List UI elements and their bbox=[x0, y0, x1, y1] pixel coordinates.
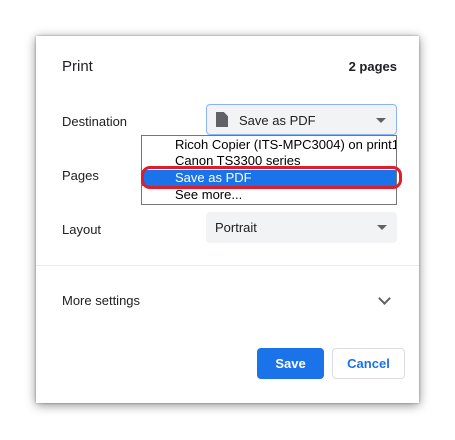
chevron-down-icon bbox=[376, 118, 386, 123]
destination-select[interactable]: Save as PDF bbox=[206, 104, 397, 135]
chevron-down-icon bbox=[377, 225, 387, 230]
layout-select[interactable]: Portrait bbox=[206, 212, 397, 243]
dialog-title: Print bbox=[62, 58, 93, 75]
save-button[interactable]: Save bbox=[257, 348, 324, 379]
cancel-button[interactable]: Cancel bbox=[332, 348, 405, 379]
more-settings-toggle[interactable]: More settings bbox=[36, 286, 419, 316]
print-dialog: Print 2 pages Destination Save as PDF Pa… bbox=[36, 36, 419, 403]
chevron-down-icon bbox=[378, 292, 391, 305]
pages-label: Pages bbox=[62, 168, 99, 183]
dropdown-option-see-more[interactable]: See more... bbox=[142, 187, 396, 203]
destination-value: Save as PDF bbox=[239, 113, 316, 128]
divider bbox=[36, 265, 419, 266]
page-count: 2 pages bbox=[348, 59, 397, 74]
highlight-annotation bbox=[141, 166, 402, 189]
layout-label: Layout bbox=[62, 222, 102, 237]
document-icon bbox=[216, 112, 228, 127]
destination-label: Destination bbox=[62, 114, 128, 129]
more-settings-label: More settings bbox=[62, 293, 141, 308]
dropdown-option-ricoh[interactable]: Ricoh Copier (ITS-MPC3004) on print1 bbox=[142, 137, 396, 153]
layout-value: Portrait bbox=[215, 220, 257, 235]
